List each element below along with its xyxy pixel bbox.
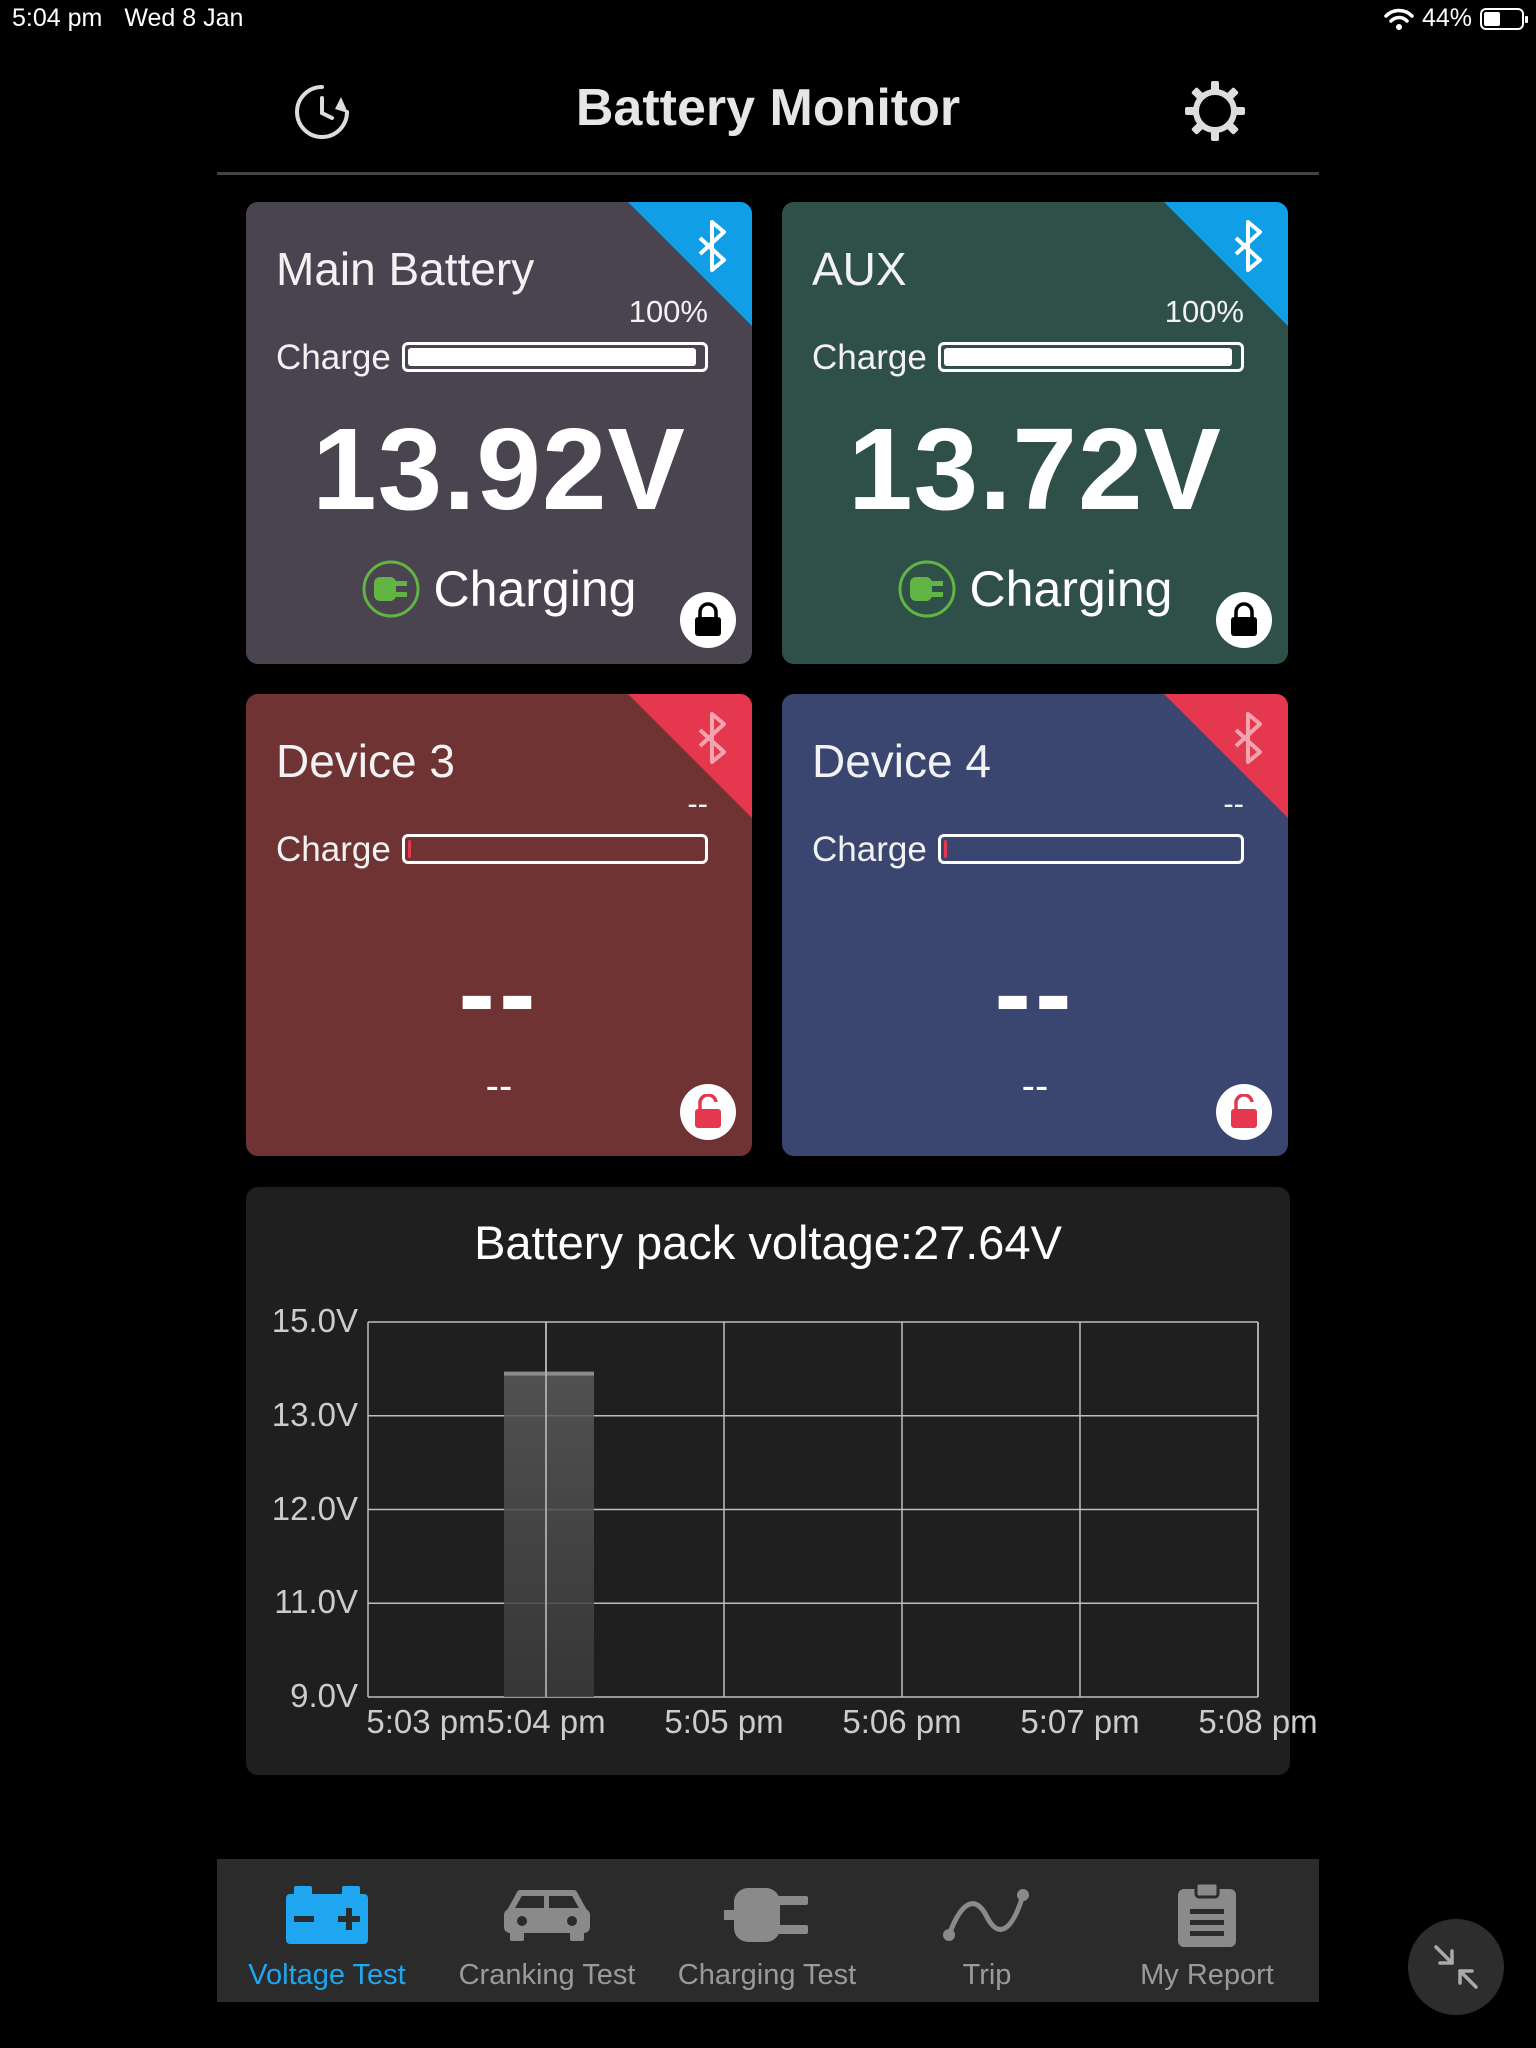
- status-bar-left: 5:04 pm Wed 8 Jan: [12, 4, 265, 33]
- y-tick-label: 11.0V: [274, 1583, 358, 1621]
- x-tick-label: 5:05 pm: [664, 1703, 784, 1740]
- car-icon: [504, 1890, 590, 1941]
- collapse-button[interactable]: [1408, 1919, 1504, 2015]
- bottom-tab-bar: Voltage Test Cranking Test Charging Test…: [217, 1859, 1319, 2002]
- voltage-value: 13.92V: [312, 404, 686, 534]
- lock-open-icon: [1231, 1094, 1257, 1128]
- x-tick-label: 5:04 pm: [486, 1703, 606, 1740]
- y-tick-label: 15.0V: [271, 1302, 358, 1339]
- settings-button[interactable]: [1180, 76, 1250, 146]
- collapse-arrows-icon: [1434, 1945, 1478, 1989]
- charge-percent: --: [1223, 786, 1244, 821]
- battery-icon: [1480, 7, 1528, 30]
- status-time: 5:04 pm: [12, 4, 103, 32]
- battery-card-device-4[interactable]: Device 4 -- Charge -- --: [782, 694, 1288, 1156]
- tab-voltage-test[interactable]: Voltage Test: [217, 1859, 437, 2002]
- y-tick-label: 13.0V: [271, 1395, 358, 1433]
- card-title: Main Battery: [276, 243, 535, 295]
- tab-label: Charging Test: [677, 1959, 857, 1991]
- status-text: --: [1021, 1064, 1049, 1108]
- wifi-icon: [1384, 8, 1414, 30]
- x-tick-label: 5:03 pm: [366, 1703, 486, 1740]
- plug-charging-icon: [898, 560, 956, 618]
- charge-bar: [938, 342, 1244, 372]
- chart-bar: [504, 1373, 594, 1697]
- charge-bar: [938, 834, 1244, 864]
- voltage-value: 13.72V: [848, 404, 1222, 534]
- tab-label: My Report: [1140, 1959, 1274, 1991]
- charge-bar-fill: [944, 840, 947, 858]
- status-battery-percent: 44%: [1421, 4, 1472, 32]
- y-tick-label: 9.0V: [290, 1677, 358, 1714]
- header-divider: [217, 172, 1319, 175]
- charging-status: Charging: [782, 560, 1288, 618]
- plug-charging-icon: [362, 560, 420, 618]
- status-text: Charging: [969, 561, 1173, 617]
- lock-open-icon: [695, 1094, 721, 1128]
- charge-label: Charge: [812, 830, 927, 869]
- x-tick-label: 5:08 pm: [1198, 1703, 1318, 1740]
- x-tick-label: 5:07 pm: [1020, 1703, 1140, 1740]
- page-title: Battery Monitor: [575, 79, 961, 137]
- car-battery-icon: [286, 1886, 368, 1944]
- lock-button[interactable]: [1216, 1084, 1272, 1140]
- charge-bar-fill: [408, 840, 411, 858]
- tab-label: Cranking Test: [458, 1959, 636, 1991]
- lock-button[interactable]: [1216, 592, 1272, 648]
- plug-icon: [724, 1888, 808, 1942]
- charge-bar: [402, 342, 708, 372]
- gear-icon: [1185, 81, 1245, 141]
- tab-trip[interactable]: Trip: [877, 1859, 1097, 2002]
- voltage-chart-panel: Battery pack voltage:27.64V 15.0V 13.0V 12…: [246, 1187, 1318, 1775]
- route-icon: [943, 1889, 1029, 1941]
- tab-label: Trip: [962, 1959, 1012, 1991]
- battery-card-device-3[interactable]: Device 3 -- Charge -- --: [246, 694, 752, 1156]
- charge-bar-fill: [944, 348, 1232, 366]
- charging-status: Charging: [246, 560, 752, 618]
- charge-label: Charge: [276, 830, 391, 869]
- status-bar-right: 44%: [1384, 4, 1528, 33]
- charge-percent: 100%: [1164, 294, 1244, 329]
- charge-percent: 100%: [628, 294, 708, 329]
- battery-card-aux[interactable]: AUX 100% Charge 13.72V Charging: [782, 202, 1288, 664]
- lock-closed-icon: [695, 602, 721, 636]
- card-title: AUX: [812, 243, 907, 295]
- voltage-chart: [367, 1321, 1259, 1698]
- tab-my-report[interactable]: My Report: [1097, 1859, 1317, 2002]
- x-tick-label: 5:06 pm: [842, 1703, 962, 1740]
- charge-label: Charge: [812, 338, 927, 377]
- card-title: Device 4: [812, 735, 991, 787]
- charge-label: Charge: [276, 338, 391, 377]
- tab-cranking-test[interactable]: Cranking Test: [437, 1859, 657, 2002]
- clipboard-icon: [1178, 1883, 1236, 1947]
- tab-label: Voltage Test: [248, 1959, 406, 1991]
- voltage-value: --: [994, 932, 1076, 1055]
- card-title: Device 3: [276, 735, 455, 787]
- lock-button[interactable]: [680, 592, 736, 648]
- lock-button[interactable]: [680, 1084, 736, 1140]
- status-text: Charging: [433, 561, 637, 617]
- battery-card-main[interactable]: Main Battery 100% Charge 13.92V Charging: [246, 202, 752, 664]
- voltage-value: --: [458, 932, 540, 1055]
- y-tick-label: 12.0V: [271, 1489, 358, 1527]
- status-date: Wed 8 Jan: [124, 4, 244, 32]
- charge-percent: --: [687, 786, 708, 821]
- status-text: --: [485, 1064, 513, 1108]
- tab-charging-test[interactable]: Charging Test: [657, 1859, 877, 2002]
- charge-bar: [402, 834, 708, 864]
- charge-bar-fill: [408, 348, 696, 366]
- lock-closed-icon: [1231, 602, 1257, 636]
